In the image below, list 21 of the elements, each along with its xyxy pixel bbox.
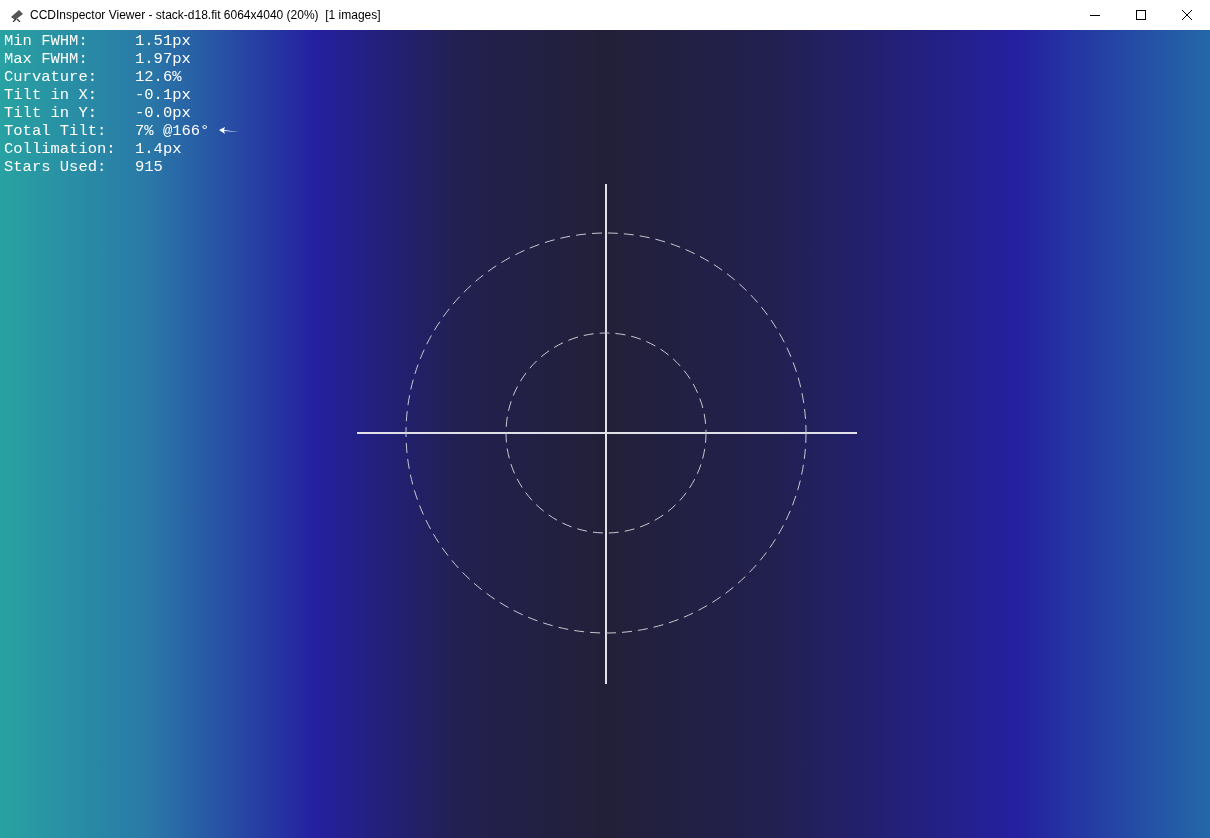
minimize-icon <box>1090 14 1100 16</box>
stat-value: 7% @166° <box>135 122 210 140</box>
stat-label: Curvature: <box>4 68 98 86</box>
stat-value: 1.97px <box>135 50 191 68</box>
telescope-icon <box>9 8 25 22</box>
stat-label: Tilt in X: <box>4 86 98 104</box>
stat-value: 915 <box>135 158 163 176</box>
stat-value: 1.51px <box>135 32 191 50</box>
stat-label: Tilt in Y: <box>4 104 98 122</box>
stat-value: -0.1px <box>135 86 191 104</box>
stat-value: 1.4px <box>135 140 182 158</box>
stat-value: -0.0px <box>135 104 191 122</box>
stat-label: Stars Used: <box>4 158 108 176</box>
stat-label: Min FWHM: <box>4 32 89 50</box>
stat-label: Collimation: <box>4 140 117 158</box>
window-title: CCDInspector Viewer - stack-d18.fit 6064x4040 (20%) [1 images] <box>30 7 381 24</box>
maximize-icon <box>1136 10 1146 20</box>
stat-label: Total Tilt: <box>4 122 108 140</box>
stat-label: Max FWHM: <box>4 50 89 68</box>
close-icon <box>1182 10 1192 20</box>
stat-value: 12.6% <box>135 68 182 86</box>
